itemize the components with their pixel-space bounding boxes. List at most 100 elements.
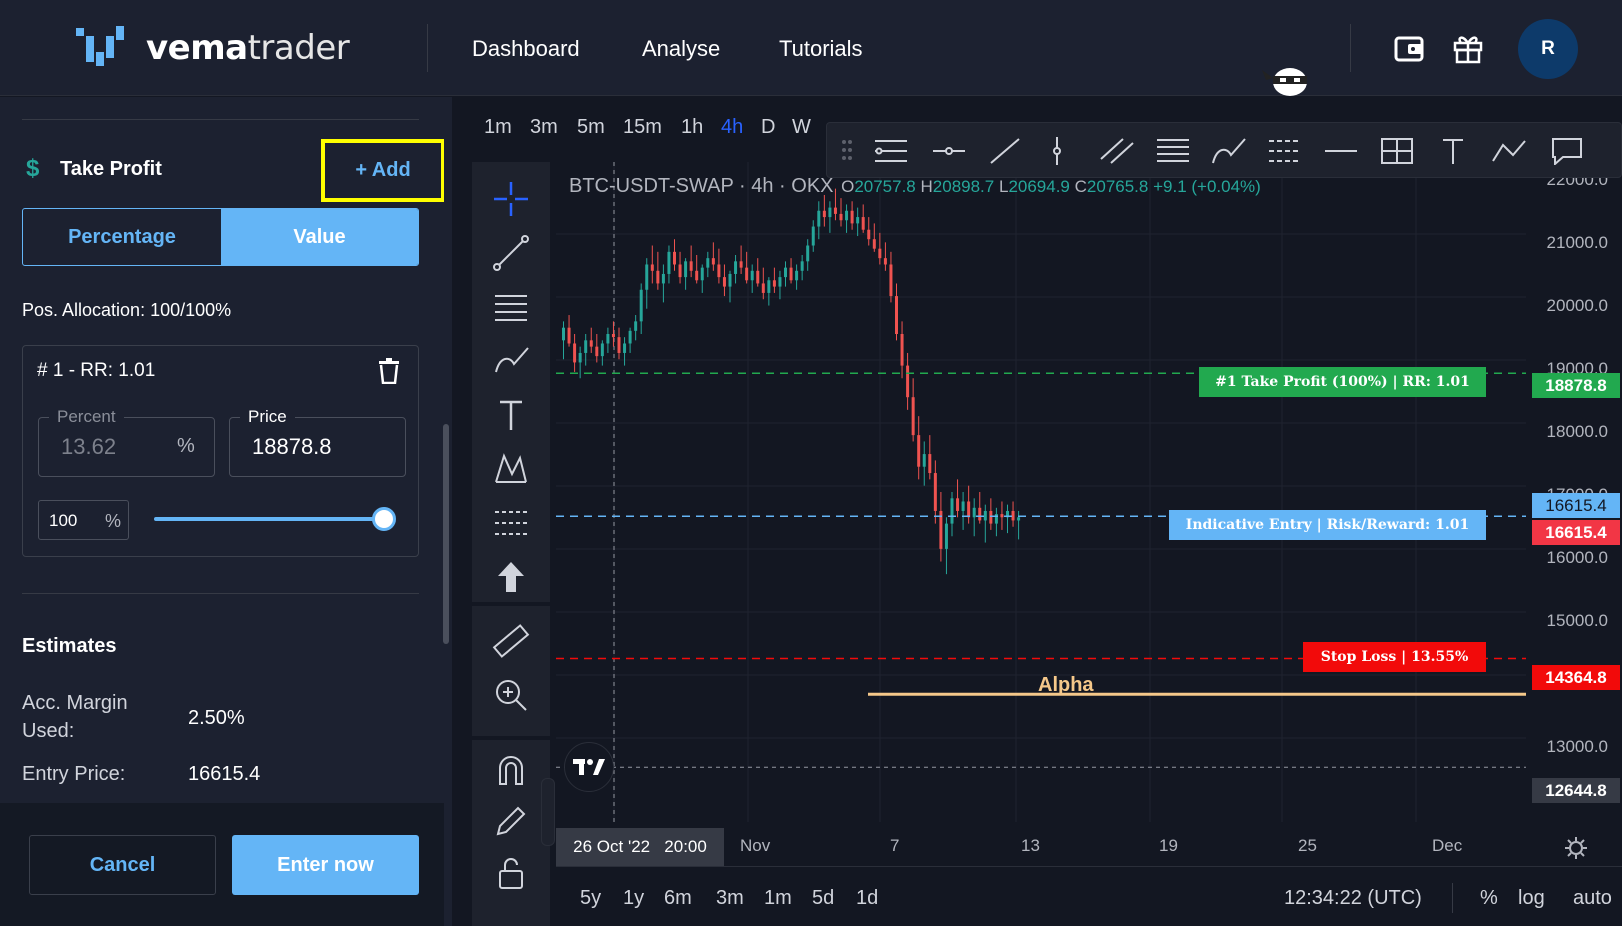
nav-tutorials[interactable]: Tutorials: [779, 36, 863, 62]
candle-body: [972, 507, 976, 518]
long-position-tool[interactable]: [472, 558, 550, 596]
percent-field[interactable]: Percent 13.62 %: [38, 407, 215, 477]
brush-draw-icon[interactable]: [1211, 137, 1247, 165]
log-scale-toggle[interactable]: log: [1518, 887, 1545, 910]
entry-line-label[interactable]: Indicative Entry | Risk/Reward: 1.01: [1169, 510, 1486, 540]
magnet-tool[interactable]: [472, 750, 550, 788]
interval-4h[interactable]: 4h: [721, 116, 743, 139]
auto-scale-toggle[interactable]: auto: [1573, 887, 1612, 910]
candle-body: [906, 365, 910, 398]
forecast-tool[interactable]: [472, 504, 550, 542]
horizontal-ray-icon[interactable]: [931, 137, 967, 165]
interval-3m[interactable]: 3m: [530, 116, 558, 139]
percent-scale-toggle[interactable]: %: [1480, 887, 1498, 910]
take-profit-line-label[interactable]: #1 Take Profit (100%) | RR: 1.01: [1199, 367, 1486, 397]
range-1d[interactable]: 1d: [856, 887, 878, 910]
candle-body: [589, 340, 593, 347]
pattern-icon: [495, 453, 527, 483]
interval-1h[interactable]: 1h: [681, 116, 703, 139]
fib-levels-icon[interactable]: [1155, 137, 1191, 165]
candle-body: [772, 280, 776, 287]
candle-body: [895, 296, 898, 334]
margin-value: 2.50%: [188, 707, 245, 729]
chart-settings-icon[interactable]: [1564, 836, 1588, 860]
interval-1m[interactable]: 1m: [484, 116, 512, 139]
crosshair-tool[interactable]: [472, 180, 550, 218]
time-tick: 25: [1298, 836, 1317, 855]
enter-now-button[interactable]: Enter now: [232, 835, 419, 895]
margin-label: Acc. Margin Used:: [22, 692, 128, 742]
panel-scrollbar[interactable]: [443, 424, 449, 644]
interval-w[interactable]: W: [792, 116, 811, 139]
candle-body: [650, 264, 654, 271]
path-icon[interactable]: [1491, 137, 1527, 165]
fib-channel-icon[interactable]: [1267, 137, 1303, 165]
interval-5m[interactable]: 5m: [577, 116, 605, 139]
toggle-percentage[interactable]: Percentage: [23, 209, 221, 265]
text-label-icon[interactable]: [1435, 137, 1471, 165]
stop-loss-line-label[interactable]: Stop Loss | 13.55%: [1303, 642, 1486, 672]
parallel-channel-icon[interactable]: [1099, 137, 1135, 165]
ninja-mascot-icon: [1262, 68, 1307, 96]
candle-body: [722, 277, 726, 287]
stay-in-drawing-tool[interactable]: [472, 802, 550, 840]
range-3m[interactable]: 3m: [716, 887, 744, 910]
range-1y[interactable]: 1y: [623, 887, 644, 910]
range-5y[interactable]: 5y: [580, 887, 601, 910]
take-profit-title: Take Profit: [60, 158, 162, 180]
callout-icon[interactable]: [1549, 137, 1585, 165]
symbol-name[interactable]: BTC-USDT-SWAP: [569, 175, 733, 197]
toolbar-collapse-handle[interactable]: [541, 778, 555, 846]
regression-channel-icon[interactable]: [873, 137, 909, 165]
range-1m[interactable]: 1m: [764, 887, 792, 910]
candle-body: [667, 251, 671, 274]
time-axis[interactable]: 26 Oct '22 20:00 Nov 7 13 19 25 Dec: [556, 828, 1622, 866]
text-tool[interactable]: [472, 396, 550, 434]
ruler-tool[interactable]: [472, 622, 550, 660]
add-take-profit-button[interactable]: + Add: [321, 139, 445, 202]
nav-analyse[interactable]: Analyse: [642, 36, 720, 62]
price-tick: 18000.0: [1546, 422, 1608, 441]
brush-tool[interactable]: [472, 342, 550, 380]
order-panel: $ Take Profit + Add Percentage Value Pos…: [0, 97, 445, 926]
pattern-tool[interactable]: [472, 450, 550, 488]
utc-clock[interactable]: 12:34:22 (UTC): [1284, 887, 1422, 910]
vematrader-logo[interactable]: vematrader: [76, 22, 350, 74]
line-tool-icon[interactable]: [987, 137, 1023, 165]
range-6m[interactable]: 6m: [664, 887, 692, 910]
allocation-input[interactable]: 100 %: [38, 500, 129, 540]
fib-tool[interactable]: [472, 288, 550, 326]
price-axis[interactable]: 22000.0 21000.0 20000.0 19000.0 18000.0 …: [1526, 162, 1622, 822]
drag-handle-icon[interactable]: [841, 137, 853, 163]
price-field[interactable]: Price 18878.8: [229, 407, 406, 477]
candle-body: [761, 283, 765, 293]
ohlc-low: 20694.9: [1008, 177, 1070, 196]
user-avatar[interactable]: R: [1518, 19, 1578, 79]
chart-plot-area[interactable]: BTC-USDT-SWAP · 4h · OKX O20757.8 H20898…: [556, 162, 1526, 822]
range-5d[interactable]: 5d: [812, 887, 834, 910]
trash-icon[interactable]: [378, 358, 400, 384]
zoom-tool[interactable]: [472, 676, 550, 714]
candle-body: [656, 270, 660, 284]
interval-15m[interactable]: 15m: [623, 116, 662, 139]
wallet-icon[interactable]: [1394, 34, 1424, 62]
ray-icon[interactable]: [1323, 137, 1359, 165]
trend-line-tool[interactable]: [472, 234, 550, 272]
nav-dashboard[interactable]: Dashboard: [472, 36, 580, 62]
candle-body: [778, 277, 782, 287]
allocation-slider-track[interactable]: [154, 517, 386, 521]
candle-body: [789, 267, 793, 281]
gift-icon[interactable]: [1452, 32, 1484, 64]
candle-body: [817, 210, 821, 227]
vertical-line-icon[interactable]: [1047, 137, 1067, 165]
cancel-button[interactable]: Cancel: [29, 835, 216, 895]
tradingview-logo[interactable]: [564, 742, 614, 792]
candle-body: [822, 210, 826, 218]
measure-box-icon[interactable]: [1379, 137, 1415, 165]
allocation-slider-handle[interactable]: [372, 507, 396, 531]
lock-tool[interactable]: [472, 854, 550, 892]
toggle-value[interactable]: Value: [221, 209, 418, 265]
candle-body: [806, 245, 810, 262]
candle-body: [956, 498, 960, 511]
interval-d[interactable]: D: [761, 116, 775, 139]
